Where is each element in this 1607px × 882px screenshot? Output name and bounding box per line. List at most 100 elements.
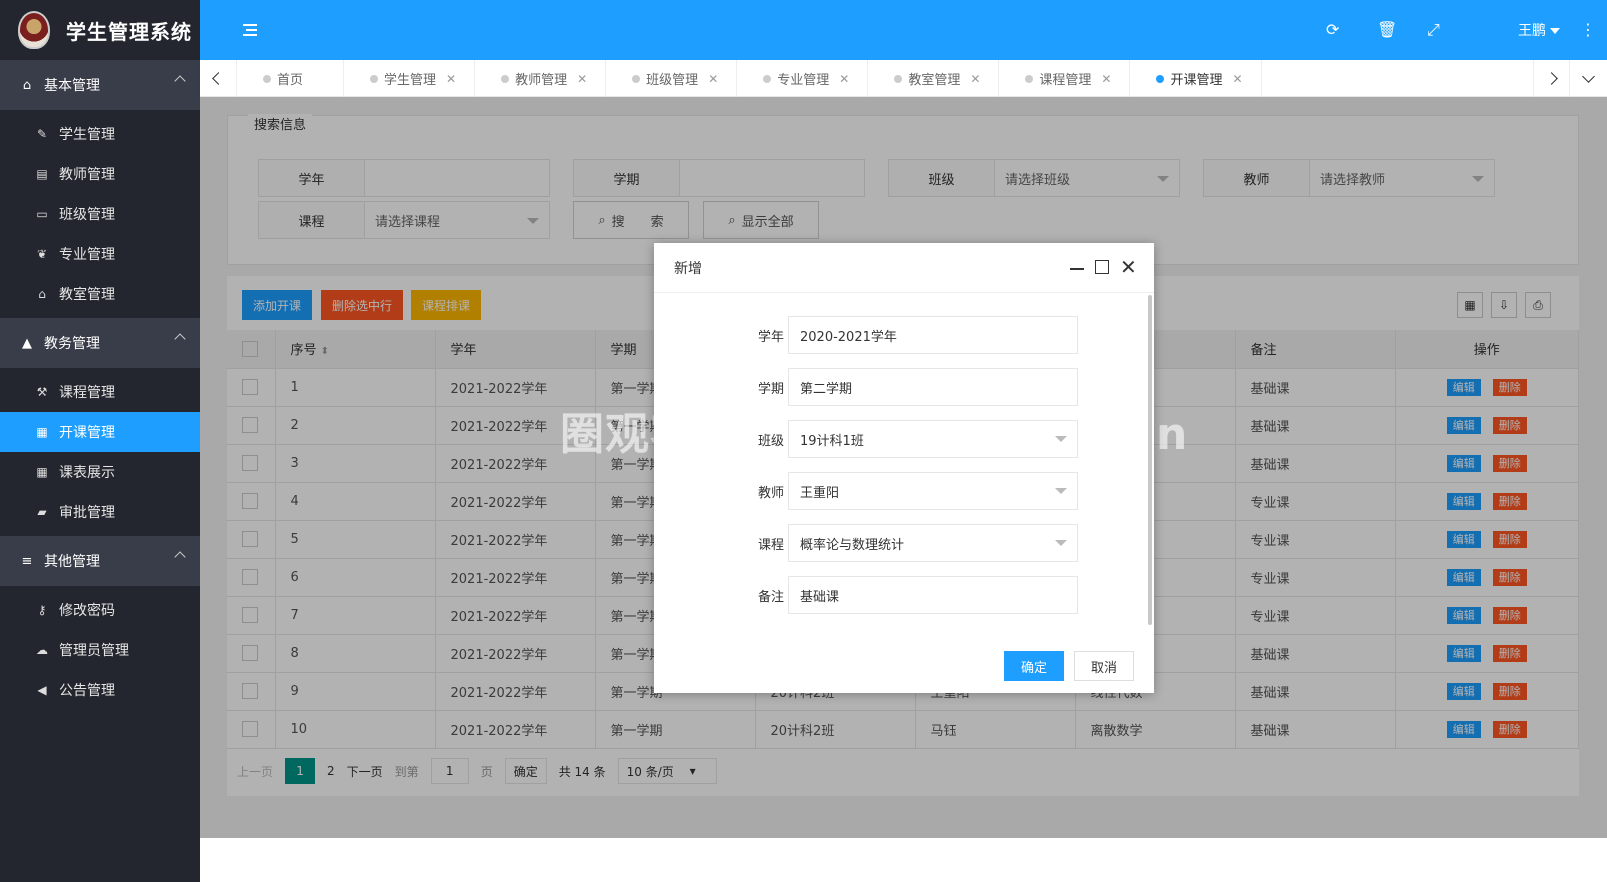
close-icon[interactable]: ✕ <box>708 72 718 86</box>
menu-group-academic[interactable]: ▲ 教务管理 <box>0 318 200 368</box>
field-select[interactable]: 19计科1班 <box>788 420 1078 458</box>
sidebar-item-label: 开课管理 <box>59 425 115 441</box>
sidebar-item-courses[interactable]: ⚒ 课程管理 <box>0 372 200 412</box>
sidebar-item-announcements[interactable]: ◀ 公告管理 <box>0 670 200 710</box>
form-row: 班级 19计科1班 <box>654 420 1134 458</box>
field-select[interactable]: 王重阳 <box>788 472 1078 510</box>
menu-icon: ≡ <box>21 553 33 569</box>
menu-group-label: 教务管理 <box>44 336 100 352</box>
chevron-right-icon <box>1545 72 1558 85</box>
field-input[interactable]: 第二学期 <box>788 368 1078 406</box>
field-value: 第二学期 <box>800 381 853 397</box>
sidebar-item-timetable[interactable]: ▦ 课表展示 <box>0 452 200 492</box>
cloud-icon: ☁ <box>36 643 48 657</box>
close-icon[interactable]: ✕ <box>446 72 456 86</box>
tab-home[interactable]: 首页 <box>237 60 345 97</box>
sidebar-item-label: 公告管理 <box>59 683 115 699</box>
field-label: 备注 <box>757 590 784 605</box>
refresh-icon[interactable]: ⟳ <box>1326 20 1339 39</box>
chevron-left-icon <box>211 72 225 85</box>
tab-dot-icon <box>632 74 641 83</box>
confirm-button[interactable]: 确定 <box>1004 651 1064 681</box>
field-value: 王重阳 <box>800 485 840 501</box>
tab-dot-icon <box>894 74 903 83</box>
chevron-up-icon <box>174 551 186 563</box>
sidebar-item-teachers[interactable]: ▤ 教师管理 <box>0 154 200 194</box>
chevron-up-icon <box>174 333 186 345</box>
close-icon[interactable]: ✕ <box>839 72 849 86</box>
sidebar-item-admins[interactable]: ☁ 管理员管理 <box>0 630 200 670</box>
tab-students[interactable]: 学生管理 ✕ <box>344 60 476 97</box>
sidebar-item-course-offering[interactable]: ▦ 开课管理 <box>0 412 200 452</box>
sidebar-item-students[interactable]: ✎ 学生管理 <box>0 114 200 154</box>
tab-label: 首页 <box>277 73 304 88</box>
user-menu[interactable]: 王鹏 <box>1518 20 1560 40</box>
more-vertical-icon[interactable]: ⋮ <box>1580 20 1596 39</box>
close-icon[interactable]: ✕ <box>1233 72 1243 86</box>
maximize-icon[interactable] <box>1095 260 1109 274</box>
pencil-icon: ✎ <box>36 127 48 141</box>
fullscreen-icon[interactable]: ⤢ <box>1427 20 1440 40</box>
sidebar-item-label: 课表展示 <box>59 465 115 481</box>
tab-classes[interactable]: 班级管理 ✕ <box>606 60 738 97</box>
menu-items-other: ⚷ 修改密码 ☁ 管理员管理 ◀ 公告管理 <box>0 586 200 714</box>
field-label: 课程 <box>757 538 784 553</box>
cancel-button[interactable]: 取消 <box>1074 651 1134 681</box>
tab-classrooms[interactable]: 教室管理 ✕ <box>868 60 1000 97</box>
sidebar-item-change-password[interactable]: ⚷ 修改密码 <box>0 590 200 630</box>
close-icon[interactable]: ✕ <box>1101 72 1111 86</box>
field-input[interactable]: 基础课 <box>788 576 1078 614</box>
tabs-dropdown[interactable] <box>1570 60 1607 97</box>
tab-course-offering[interactable]: 开课管理 ✕ <box>1130 60 1262 97</box>
sidebar-item-majors[interactable]: ❦ 专业管理 <box>0 234 200 274</box>
field-value: 19计科1班 <box>800 433 864 449</box>
home-icon: ⌂ <box>22 77 32 93</box>
sidebar-item-classrooms[interactable]: ⌂ 教室管理 <box>0 274 200 314</box>
field-input[interactable]: 2020-2021学年 <box>788 316 1078 354</box>
sidebar-item-label: 专业管理 <box>59 247 115 263</box>
window-icon: ▭ <box>36 207 48 221</box>
add-offering-dialog: 新增 ✕ 学年 2020-2021学年 学期 第二学期 班级 19计科1班 教师 王重… <box>654 243 1154 693</box>
tab-teachers[interactable]: 教师管理 ✕ <box>475 60 607 97</box>
sidebar-item-label: 审批管理 <box>59 505 115 521</box>
sidebar-item-label: 课程管理 <box>59 385 115 401</box>
tabs-scroll-left[interactable] <box>200 60 237 97</box>
key-icon: ⚷ <box>37 603 47 617</box>
form-row: 课程 概率论与数理统计 <box>654 524 1134 562</box>
caret-down-icon <box>1550 28 1560 34</box>
caret-down-icon <box>1055 488 1067 494</box>
close-icon[interactable]: ✕ <box>1120 255 1137 279</box>
caret-down-icon <box>1055 540 1067 546</box>
minimize-icon[interactable] <box>1070 268 1084 270</box>
tab-courses[interactable]: 课程管理 ✕ <box>999 60 1131 97</box>
trash-icon[interactable]: 🗑 <box>1377 20 1397 39</box>
tab-dot-icon <box>1025 74 1034 83</box>
form-row: 学期 第二学期 <box>654 368 1134 406</box>
form-row: 教师 王重阳 <box>654 472 1134 510</box>
field-label: 学期 <box>757 382 784 397</box>
bullhorn-icon: ◀ <box>37 683 47 697</box>
menu-group-basic[interactable]: ⌂ 基本管理 <box>0 60 200 110</box>
tab-label: 教师管理 <box>515 73 568 88</box>
sidebar-item-approval[interactable]: ▰ 审批管理 <box>0 492 200 532</box>
tabs-scroll-right[interactable] <box>1533 60 1570 97</box>
form-row: 学年 2020-2021学年 <box>654 316 1134 354</box>
graduation-cap-icon: ▲ <box>22 335 32 351</box>
chevron-down-icon <box>1582 70 1595 83</box>
sidebar-item-label: 修改密码 <box>59 603 115 619</box>
table-icon: ▦ <box>36 465 48 479</box>
field-value: 2020-2021学年 <box>800 329 897 345</box>
menu-group-other[interactable]: ≡ 其他管理 <box>0 536 200 586</box>
close-icon[interactable]: ✕ <box>577 72 587 86</box>
tab-label: 开课管理 <box>1170 73 1223 88</box>
field-label: 教师 <box>757 486 784 501</box>
dialog-scrollbar[interactable] <box>1148 295 1152 625</box>
sidebar-toggle-icon[interactable] <box>243 24 257 36</box>
field-select[interactable]: 概率论与数理统计 <box>788 524 1078 562</box>
close-icon[interactable]: ✕ <box>970 72 980 86</box>
tab-majors[interactable]: 专业管理 ✕ <box>737 60 869 97</box>
tab-label: 学生管理 <box>384 73 437 88</box>
sidebar-item-classes[interactable]: ▭ 班级管理 <box>0 194 200 234</box>
sidebar-item-label: 学生管理 <box>59 127 115 143</box>
page-bottom <box>200 838 1607 882</box>
